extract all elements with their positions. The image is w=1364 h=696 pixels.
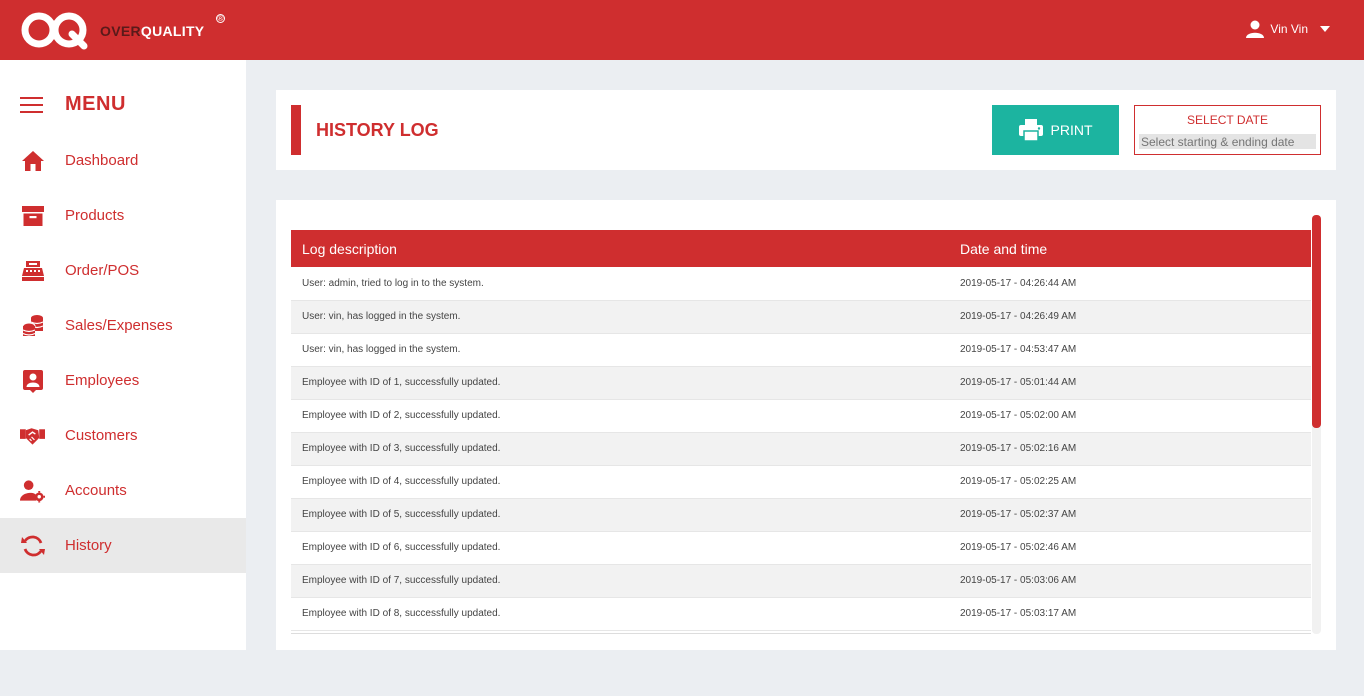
table-row: Employee with ID of 6, successfully upda…: [291, 531, 1311, 565]
table-row: Employee with ID of 3, successfully upda…: [291, 432, 1311, 466]
id-badge-icon: [20, 368, 45, 393]
sidebar-nav: Dashboard Products Order/POS Sales/Expen…: [0, 133, 246, 573]
log-description: Employee with ID of 2, successfully upda…: [291, 399, 946, 433]
log-datetime: 2019-05-17 - 05:02:00 AM: [946, 399, 1311, 433]
sidebar-item-label: Products: [65, 207, 125, 224]
handshake-icon: [20, 423, 45, 448]
coins-icon: [20, 313, 45, 338]
table-scroll-area[interactable]: Log description Date and time User: admi…: [291, 230, 1311, 634]
log-description: Employee with ID of 1, successfully upda…: [291, 366, 946, 400]
chevron-down-icon: [1320, 26, 1330, 32]
log-datetime: 2019-05-17 - 04:26:44 AM: [946, 267, 1311, 301]
table-row: Employee with ID of 5, successfully upda…: [291, 498, 1311, 532]
print-button[interactable]: PRINT: [992, 105, 1119, 155]
top-bar: OVERQUALITY ® Vin Vin: [0, 0, 1364, 60]
print-button-label: PRINT: [1050, 122, 1093, 138]
registered-mark: ®: [216, 14, 225, 23]
column-header-description[interactable]: Log description: [291, 230, 946, 267]
log-description: User: vin, has logged in the system.: [291, 300, 946, 334]
sidebar-item-history[interactable]: History: [0, 518, 246, 573]
menu-header: MENU: [20, 93, 126, 116]
sidebar-item-products[interactable]: Products: [0, 188, 246, 243]
user-name: Vin Vin: [1270, 22, 1308, 36]
log-description: Employee with ID of 5, successfully upda…: [291, 498, 946, 532]
sidebar-item-label: Employees: [65, 372, 140, 389]
sidebar-item-label: Accounts: [65, 482, 127, 499]
table-header-row: Log description Date and time: [291, 230, 1311, 267]
scrollbar-thumb[interactable]: [1312, 215, 1321, 428]
log-description: Employee with ID of 6, successfully upda…: [291, 531, 946, 565]
log-datetime: 2019-05-17 - 05:02:37 AM: [946, 498, 1311, 532]
log-description: Employee with ID of 3, successfully upda…: [291, 432, 946, 466]
log-datetime: 2019-05-17 - 05:02:16 AM: [946, 432, 1311, 466]
brand-logo[interactable]: OVERQUALITY ®: [20, 10, 225, 50]
sidebar-item-label: Order/POS: [65, 262, 140, 279]
log-datetime: 2019-05-17 - 04:53:47 AM: [946, 333, 1311, 367]
table-row: User: admin, tried to log in to the syst…: [291, 267, 1311, 301]
user-icon: [1246, 20, 1265, 38]
table-row: Employee with ID of 8, successfully upda…: [291, 597, 1311, 631]
log-datetime: 2019-05-17 - 05:02:46 AM: [946, 531, 1311, 565]
user-menu[interactable]: Vin Vin: [1246, 20, 1330, 38]
sidebar-item-label: History: [65, 537, 112, 554]
date-range-picker[interactable]: SELECT DATE: [1134, 105, 1321, 155]
header-accent-bar: [291, 105, 301, 155]
menu-title: MENU: [65, 93, 126, 115]
refresh-icon: [20, 533, 45, 558]
sidebar-item-sales-expenses[interactable]: Sales/Expenses: [0, 298, 246, 353]
sidebar: MENU Dashboard Products Order/POS Sales/…: [0, 60, 246, 650]
log-description: User: admin, tried to log in to the syst…: [291, 267, 946, 301]
page-title: HISTORY LOG: [316, 120, 439, 140]
select-date-label: SELECT DATE: [1187, 113, 1268, 127]
sidebar-item-order-pos[interactable]: Order/POS: [0, 243, 246, 298]
table-row: Employee with ID of 4, successfully upda…: [291, 465, 1311, 499]
sidebar-item-label: Dashboard: [65, 152, 139, 169]
sidebar-item-accounts[interactable]: Accounts: [0, 463, 246, 518]
history-log-table: Log description Date and time User: admi…: [291, 230, 1311, 631]
table-row: Employee with ID of 7, successfully upda…: [291, 564, 1311, 598]
user-gear-icon: [20, 478, 45, 503]
printer-icon: [1018, 119, 1043, 141]
date-range-input[interactable]: [1139, 134, 1316, 149]
log-description: Employee with ID of 8, successfully upda…: [291, 597, 946, 631]
log-description: User: vin, has logged in the system.: [291, 333, 946, 367]
page-header-card: HISTORY LOG PRINT SELECT DATE: [276, 90, 1336, 170]
log-datetime: 2019-05-17 - 05:03:06 AM: [946, 564, 1311, 598]
sidebar-item-label: Customers: [65, 427, 138, 444]
vertical-scrollbar[interactable]: [1312, 215, 1321, 634]
archive-box-icon: [20, 203, 45, 228]
log-datetime: 2019-05-17 - 05:01:44 AM: [946, 366, 1311, 400]
brand-name: OVERQUALITY: [100, 23, 205, 39]
cash-register-icon: [20, 258, 45, 283]
sidebar-item-dashboard[interactable]: Dashboard: [0, 133, 246, 188]
logo-mark-icon: [21, 12, 88, 50]
log-datetime: 2019-05-17 - 05:02:25 AM: [946, 465, 1311, 499]
table-row: Employee with ID of 2, successfully upda…: [291, 399, 1311, 433]
sidebar-item-employees[interactable]: Employees: [0, 353, 246, 408]
log-description: Employee with ID of 4, successfully upda…: [291, 465, 946, 499]
hamburger-icon[interactable]: [20, 96, 43, 113]
table-row: Employee with ID of 1, successfully upda…: [291, 366, 1311, 400]
sidebar-item-label: Sales/Expenses: [65, 317, 173, 334]
log-datetime: 2019-05-17 - 04:26:49 AM: [946, 300, 1311, 334]
column-header-datetime[interactable]: Date and time: [946, 230, 1311, 267]
log-description: Employee with ID of 7, successfully upda…: [291, 564, 946, 598]
home-icon: [20, 148, 45, 173]
table-row: User: vin, has logged in the system. 2019…: [291, 333, 1311, 367]
log-datetime: 2019-05-17 - 05:03:17 AM: [946, 597, 1311, 631]
history-table-card: Log description Date and time User: admi…: [276, 200, 1336, 650]
sidebar-item-customers[interactable]: Customers: [0, 408, 246, 463]
table-row: User: vin, has logged in the system. 2019…: [291, 300, 1311, 334]
